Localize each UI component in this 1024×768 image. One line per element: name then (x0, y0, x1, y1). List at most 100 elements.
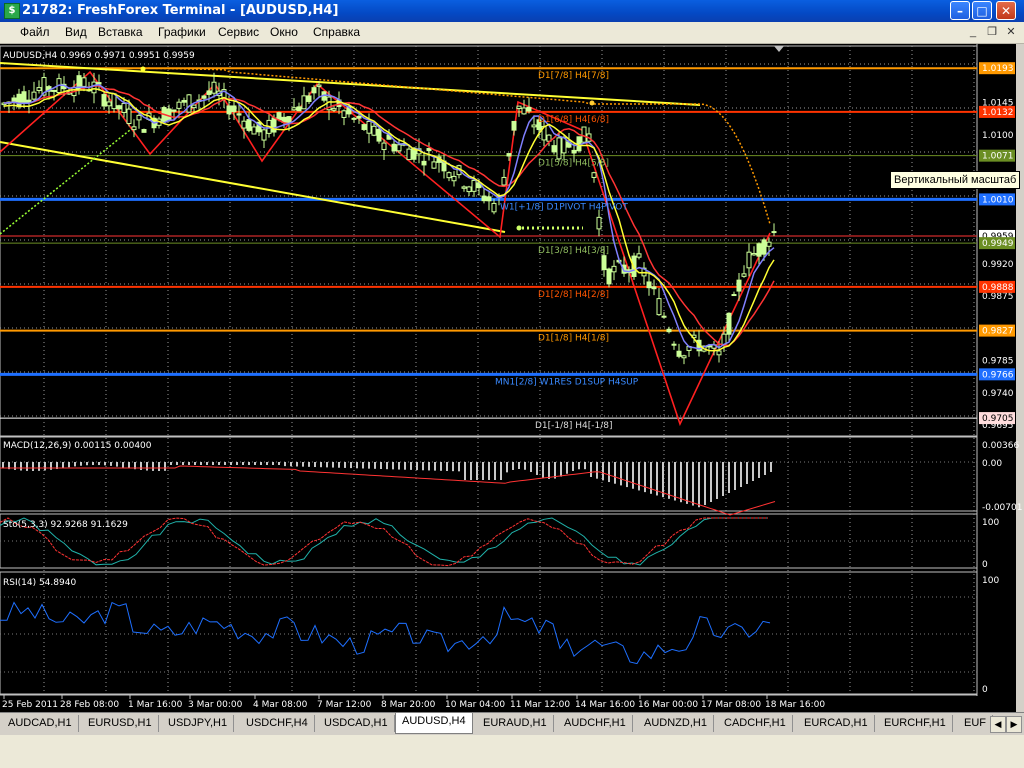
window-titlebar[interactable]: $ 21782: FreshForex Terminal - [AUDUSD,H… (0, 0, 1024, 22)
candle-body (736, 279, 742, 292)
mdi-close-icon[interactable]: ✕ (1004, 25, 1018, 39)
candle-body (656, 298, 662, 316)
chart-tab[interactable]: EUF (958, 715, 993, 732)
menu-window[interactable]: Окно (270, 25, 298, 39)
price-level-badge-text: 0.9949 (982, 239, 1014, 249)
candle-body (761, 239, 767, 255)
macd-bar (80, 462, 82, 466)
close-icon[interactable]: ✕ (996, 1, 1016, 20)
macd-bar (452, 462, 454, 472)
chart-tab[interactable]: USDJPY,H1 (162, 715, 235, 732)
candle-body (171, 109, 177, 112)
chart-tab[interactable]: EURCHF,H1 (878, 715, 953, 732)
macd-bar (578, 462, 580, 470)
tab-scroll-left-icon[interactable]: ◀ (990, 716, 1006, 733)
macd-bar (194, 462, 196, 465)
candle-body (516, 105, 522, 109)
candle-body (421, 160, 427, 166)
candle-body (136, 114, 142, 121)
mdi-minimize-icon[interactable]: _ (966, 25, 980, 39)
macd-bar (98, 462, 100, 466)
macd-bar (626, 462, 628, 488)
candle-body (481, 195, 487, 202)
candle-body (291, 107, 297, 111)
price-level-badge-text: 1.0193 (982, 64, 1014, 74)
chart-tab[interactable]: AUDNZD,H1 (638, 715, 714, 732)
maximize-icon[interactable]: □ (972, 1, 992, 20)
menu-insert[interactable]: Вставка (98, 25, 143, 39)
chart-tabs-bar: AUDCAD,H1 EURUSD,H1 USDJPY,H1 USDCHF,H4 USDC… (0, 712, 1024, 735)
candle-body (556, 137, 562, 160)
candle-body (771, 231, 777, 234)
macd-bar (434, 462, 436, 471)
macd-bar (302, 462, 304, 467)
macd-bar (86, 462, 88, 466)
macd-bar (170, 462, 172, 465)
minimize-icon[interactable]: – (950, 1, 970, 20)
candle-body (746, 251, 752, 269)
macd-bar (140, 462, 142, 470)
chart-tab[interactable]: USDCHF,H4 (240, 715, 315, 732)
chart-tab[interactable]: CADCHF,H1 (718, 715, 793, 732)
price-axis-label: 0.9785 (982, 357, 1014, 367)
candle-body (731, 294, 737, 297)
price-axis-label: 0.9920 (982, 260, 1014, 270)
macd-bar (524, 462, 526, 470)
macd-bar (692, 462, 694, 506)
macd-bar (224, 462, 226, 465)
rsi-label: RSI(14) 54.8940 (3, 578, 76, 588)
candle-body (671, 343, 677, 346)
chart-tab[interactable]: USDCAD,H1 (318, 715, 395, 732)
menu-help[interactable]: Справка (313, 25, 360, 39)
candle-body (461, 186, 467, 189)
candle-body (201, 95, 207, 99)
candle-body (531, 124, 537, 128)
sar-dot (140, 66, 146, 72)
macd-bar (500, 462, 502, 480)
time-axis-label: 7 Mar 12:00 (317, 700, 372, 710)
candle-body (511, 120, 517, 131)
candle-body (166, 108, 172, 122)
macd-bar (308, 462, 310, 467)
macd-bar (494, 462, 496, 480)
macd-bar (572, 462, 574, 471)
chart-tab[interactable]: AUDUSD,H4 (395, 713, 473, 734)
macd-bar (110, 462, 112, 466)
macd-bar (92, 462, 94, 466)
macd-bar (380, 462, 382, 469)
macd-bar (314, 462, 316, 468)
macd-bar (404, 462, 406, 470)
macd-bar (62, 462, 64, 469)
macd-bar (326, 462, 328, 468)
candle-body (106, 101, 112, 107)
candle-body (406, 148, 412, 161)
menu-view[interactable]: Вид (65, 25, 87, 39)
menu-tools[interactable]: Сервис (218, 25, 259, 39)
chart-tab[interactable]: EURUSD,H1 (82, 715, 159, 732)
chart-window[interactable]: D1[7/8] H4[7/8] D1[6/8] H4[6/8] D1[5/8] H4… (0, 44, 1024, 712)
mdi-restore-icon[interactable]: ❐ (985, 25, 999, 39)
chart-tab[interactable]: EURCAD,H1 (798, 715, 875, 732)
macd-bar (764, 462, 766, 475)
menu-charts[interactable]: Графики (158, 25, 206, 39)
tab-scroll-right-icon[interactable]: ▶ (1006, 716, 1022, 733)
candle-body (241, 120, 247, 129)
macd-bar (470, 462, 472, 480)
candle-body (236, 113, 242, 116)
chart-tab[interactable]: AUDCHF,H1 (558, 715, 633, 732)
candle-body (601, 255, 607, 271)
chart-tab[interactable]: AUDCAD,H1 (2, 715, 79, 732)
candle-body (396, 144, 402, 152)
candle-body (391, 143, 397, 152)
menu-file[interactable]: Файл (20, 25, 50, 39)
price-chart[interactable]: D1[7/8] H4[7/8] D1[6/8] H4[6/8] D1[5/8] H4… (0, 44, 1024, 712)
macd-bar (440, 462, 442, 471)
chart-tab[interactable]: EURAUD,H1 (477, 715, 554, 732)
macd-bar (416, 462, 418, 471)
time-axis-label: 8 Mar 20:00 (381, 700, 436, 710)
macd-bar (248, 462, 250, 465)
macd-bar (620, 462, 622, 486)
candle-body (21, 91, 27, 104)
candle-body (91, 81, 97, 94)
macd-bar (356, 462, 358, 469)
